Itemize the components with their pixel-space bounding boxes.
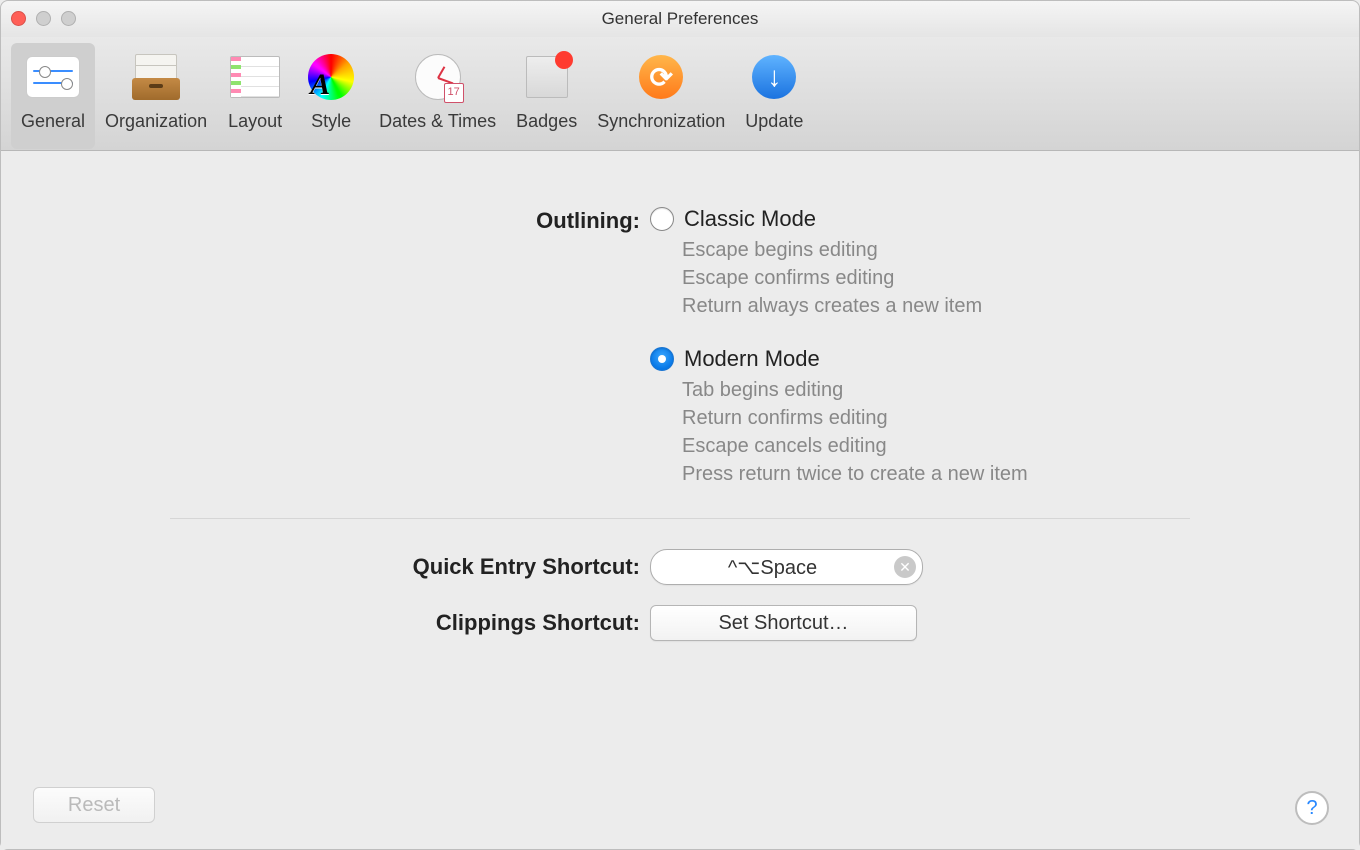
window-title: General Preferences: [1, 1, 1359, 37]
set-clippings-shortcut-button[interactable]: Set Shortcut…: [650, 605, 917, 641]
drawer-icon: [128, 49, 184, 105]
help-button[interactable]: ?: [1295, 791, 1329, 825]
quick-entry-shortcut-field[interactable]: ^⌥Space ✕: [650, 549, 923, 585]
clippings-label: Clippings Shortcut:: [140, 610, 650, 636]
toolbar: General Organization Layout A Style 17 D…: [1, 37, 1359, 151]
clear-shortcut-icon[interactable]: ✕: [894, 556, 916, 578]
quick-entry-label: Quick Entry Shortcut:: [140, 554, 650, 580]
tab-dates-times[interactable]: 17 Dates & Times: [369, 43, 506, 149]
modern-desc-1: Tab begins editing: [682, 376, 1220, 404]
tab-update[interactable]: ↓ Update: [735, 43, 813, 149]
classic-desc-2: Escape confirms editing: [682, 264, 1220, 292]
separator: [170, 518, 1190, 519]
radio-icon: [650, 347, 674, 371]
preferences-window: General Preferences General Organization…: [0, 0, 1360, 850]
download-icon: ↓: [746, 49, 802, 105]
tab-badges[interactable]: Badges: [506, 43, 587, 149]
radio-modern-mode[interactable]: Modern Mode: [650, 346, 1220, 372]
layout-icon: [227, 49, 283, 105]
sliders-icon: [25, 49, 81, 105]
tab-organization[interactable]: Organization: [95, 43, 217, 149]
radio-classic-mode[interactable]: Classic Mode: [650, 206, 1220, 232]
sync-icon: ⟳: [633, 49, 689, 105]
badges-icon: [519, 49, 575, 105]
clock-icon: 17: [410, 49, 466, 105]
reset-button[interactable]: Reset: [33, 787, 155, 823]
titlebar: General Preferences: [1, 1, 1359, 37]
modern-desc-4: Press return twice to create a new item: [682, 460, 1220, 488]
classic-desc-3: Return always creates a new item: [682, 292, 1220, 320]
tab-layout[interactable]: Layout: [217, 43, 293, 149]
tab-style[interactable]: A Style: [293, 43, 369, 149]
modern-desc-2: Return confirms editing: [682, 404, 1220, 432]
modern-desc-3: Escape cancels editing: [682, 432, 1220, 460]
outlining-label: Outlining:: [140, 206, 650, 234]
tab-synchronization[interactable]: ⟳ Synchronization: [587, 43, 735, 149]
content-pane: Outlining: Classic Mode Escape begins ed…: [1, 151, 1359, 849]
classic-desc-1: Escape begins editing: [682, 236, 1220, 264]
tab-general[interactable]: General: [11, 43, 95, 149]
style-icon: A: [303, 49, 359, 105]
radio-icon: [650, 207, 674, 231]
